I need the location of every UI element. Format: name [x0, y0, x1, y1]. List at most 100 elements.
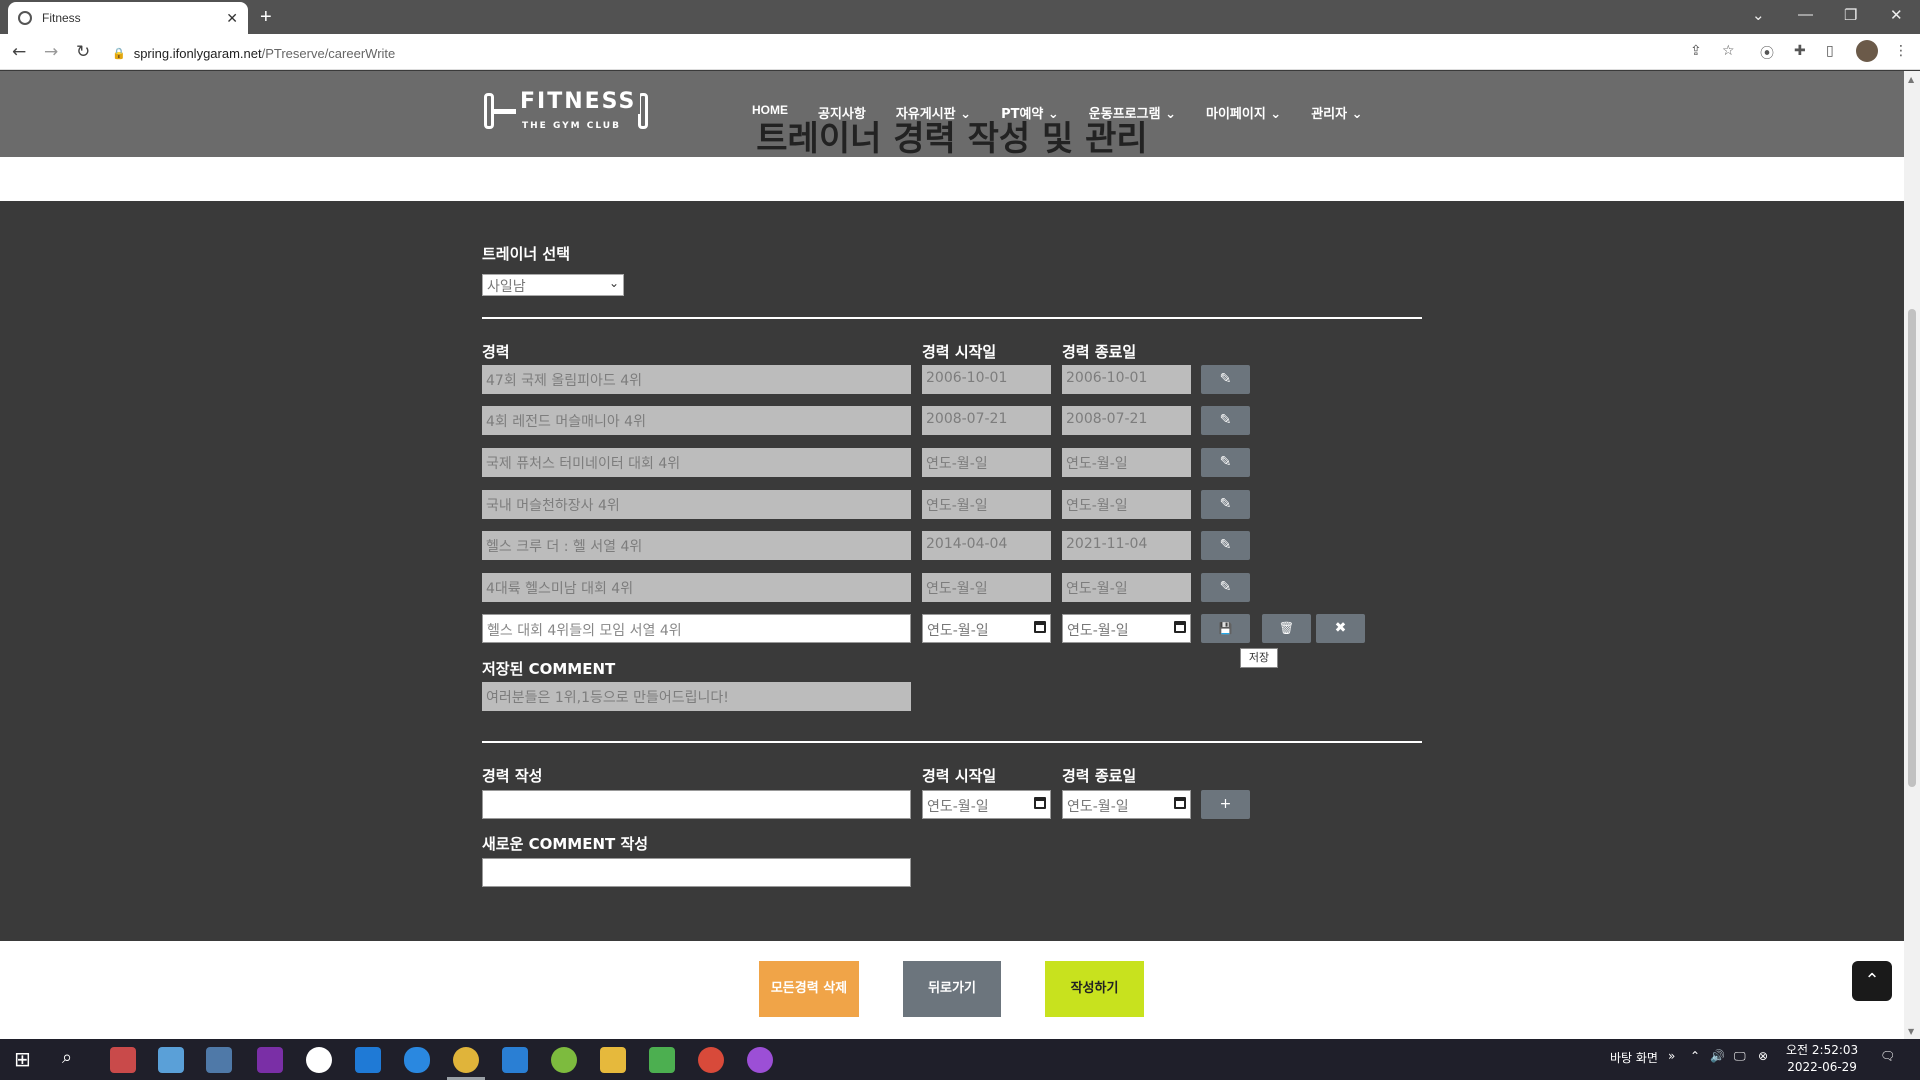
- network-icon[interactable]: 🖵: [1734, 1049, 1746, 1064]
- edit-button[interactable]: ✎: [1201, 531, 1250, 560]
- career-field[interactable]: 4회 레전드 머슬매니아 4위: [482, 406, 911, 435]
- browser-tab[interactable]: Fitness ✕: [8, 2, 248, 34]
- minimize-button[interactable]: —: [1798, 6, 1813, 23]
- mail-icon[interactable]: [355, 1047, 381, 1073]
- puzzle-icon[interactable]: ✚: [1794, 43, 1806, 59]
- new-start-date-input[interactable]: 연도-월-일: [922, 790, 1051, 819]
- calendar-icon[interactable]: [1034, 797, 1046, 809]
- new-comment-input[interactable]: [482, 858, 911, 887]
- new-end-date-input[interactable]: 연도-월-일: [1062, 790, 1191, 819]
- start-date-field[interactable]: 연도-월-일: [922, 448, 1051, 477]
- scrollbar-thumb[interactable]: [1908, 309, 1916, 787]
- app-icon[interactable]: [158, 1047, 184, 1073]
- tray-app-icon[interactable]: ⊗: [1758, 1049, 1768, 1063]
- start-date-field[interactable]: 연도-월-일: [922, 573, 1051, 602]
- submit-button[interactable]: 작성하기: [1045, 961, 1144, 1017]
- career-field[interactable]: 헬스 크루 더 : 헬 서열 4위: [482, 531, 911, 560]
- start-date-field[interactable]: 2006-10-01: [922, 365, 1051, 394]
- save-tooltip: 저장: [1240, 648, 1278, 668]
- share-icon[interactable]: ⇪: [1690, 43, 1702, 59]
- trainer-select-value: 사일남: [487, 279, 526, 295]
- app-icon[interactable]: [747, 1047, 773, 1073]
- desktop-label[interactable]: 바탕 화면: [1610, 1049, 1658, 1066]
- close-tab-icon[interactable]: ✕: [226, 10, 238, 27]
- onedrive-icon[interactable]: [404, 1047, 430, 1073]
- plus-icon: +: [1219, 796, 1232, 812]
- chevron-icon[interactable]: »: [1668, 1049, 1675, 1063]
- start-date-field-editing[interactable]: 연도-월-일: [922, 614, 1051, 643]
- app-icon[interactable]: [110, 1047, 136, 1073]
- edit-button[interactable]: ✎: [1201, 573, 1250, 602]
- close-window-button[interactable]: ✕: [1890, 6, 1903, 24]
- back-button[interactable]: 뒤로가기: [903, 961, 1001, 1017]
- github-icon[interactable]: [306, 1047, 332, 1073]
- end-date-field[interactable]: 2021-11-04: [1062, 531, 1191, 560]
- end-date-field[interactable]: 연도-월-일: [1062, 448, 1191, 477]
- sidepanel-icon[interactable]: ▯: [1826, 43, 1834, 59]
- cancel-button[interactable]: ✖: [1316, 614, 1365, 643]
- start-date-field[interactable]: 2008-07-21: [922, 406, 1051, 435]
- app-icon[interactable]: [206, 1047, 232, 1073]
- profile-avatar[interactable]: [1856, 40, 1878, 62]
- delete-button[interactable]: 🗑: [1262, 614, 1311, 643]
- start-date-field[interactable]: 연도-월-일: [922, 490, 1051, 519]
- edit-button[interactable]: ✎: [1201, 365, 1250, 394]
- windows-start-icon[interactable]: ⊞: [14, 1047, 31, 1071]
- back-icon[interactable]: ←: [12, 42, 26, 62]
- scroll-up-icon[interactable]: ▲: [1908, 75, 1914, 84]
- calendar-icon[interactable]: [1174, 797, 1186, 809]
- scroll-down-icon[interactable]: ▼: [1908, 1027, 1914, 1036]
- menu-icon[interactable]: ⋮: [1894, 43, 1908, 59]
- edit-icon: ✎: [1219, 537, 1232, 553]
- career-field[interactable]: 4대륙 헬스미남 대회 4위: [482, 573, 911, 602]
- onenote-icon[interactable]: [257, 1047, 283, 1073]
- end-date-field-editing[interactable]: 연도-월-일: [1062, 614, 1191, 643]
- chrome-icon[interactable]: [698, 1047, 724, 1073]
- end-date-field[interactable]: 2008-07-21: [1062, 406, 1191, 435]
- trainer-select[interactable]: 사일남 ⌄: [482, 274, 624, 296]
- calendar-icon[interactable]: [1034, 621, 1046, 633]
- save-icon: 💾: [1218, 622, 1233, 635]
- start-date-field[interactable]: 2014-04-04: [922, 531, 1051, 560]
- calendar-icon[interactable]: [1174, 621, 1186, 633]
- new-career-input[interactable]: [482, 790, 911, 819]
- notification-icon[interactable]: 🗨: [1880, 1049, 1895, 1063]
- save-button[interactable]: 💾: [1201, 614, 1250, 643]
- chrome-icon[interactable]: [453, 1047, 479, 1073]
- edit-button[interactable]: ✎: [1201, 406, 1250, 435]
- extension-icon[interactable]: ⦿: [1760, 43, 1774, 63]
- vscode-icon[interactable]: [502, 1047, 528, 1073]
- trash-icon: 🗑: [1278, 621, 1295, 635]
- edit-button[interactable]: ✎: [1201, 490, 1250, 519]
- spring-icon[interactable]: [551, 1047, 577, 1073]
- taskbar-clock[interactable]: 오전 2:52:03 2022-06-29: [1786, 1042, 1858, 1076]
- address-bar[interactable]: 🔒 spring.ifonlygaram.net /PTreserve/care…: [112, 42, 1672, 64]
- end-date-field[interactable]: 연도-월-일: [1062, 573, 1191, 602]
- career-field[interactable]: 국제 퓨처스 터미네이터 대회 4위: [482, 448, 911, 477]
- browser-tabbar: Fitness ✕ + ⌄ — ❐ ✕: [0, 0, 1920, 34]
- star-icon[interactable]: ☆: [1722, 43, 1735, 59]
- file-explorer-icon[interactable]: [600, 1047, 626, 1073]
- page-scrollbar[interactable]: ▲ ▼: [1904, 71, 1920, 1039]
- career-field-editing[interactable]: 헬스 대회 4위들의 모임 서열 4위: [482, 614, 911, 643]
- end-date-field[interactable]: 연도-월-일: [1062, 490, 1191, 519]
- career-field[interactable]: 국내 머슬천하장사 4위: [482, 490, 911, 519]
- saved-comment-field[interactable]: 여러분들은 1위,1등으로 만들어드립니다!: [482, 682, 911, 711]
- edit-icon: ✎: [1219, 371, 1232, 387]
- add-career-button[interactable]: +: [1201, 790, 1250, 819]
- tray-arrow-icon[interactable]: ⌃: [1690, 1049, 1700, 1063]
- delete-all-button[interactable]: 모든경력 삭제: [759, 961, 859, 1017]
- edit-icon: ✎: [1219, 412, 1232, 428]
- scroll-top-button[interactable]: ⌃: [1852, 961, 1892, 1001]
- volume-icon[interactable]: 🔊: [1710, 1049, 1725, 1063]
- edit-button[interactable]: ✎: [1201, 448, 1250, 477]
- new-tab-button[interactable]: +: [260, 6, 272, 29]
- forward-icon[interactable]: →: [44, 42, 58, 62]
- app-icon[interactable]: [649, 1047, 675, 1073]
- search-icon[interactable]: ⌕: [62, 1047, 72, 1068]
- career-field[interactable]: 47회 국제 올림피아드 4위: [482, 365, 911, 394]
- end-date-field[interactable]: 2006-10-01: [1062, 365, 1191, 394]
- reload-icon[interactable]: ↻: [76, 42, 90, 62]
- tab-search-icon[interactable]: ⌄: [1752, 6, 1765, 24]
- restore-button[interactable]: ❐: [1844, 6, 1857, 24]
